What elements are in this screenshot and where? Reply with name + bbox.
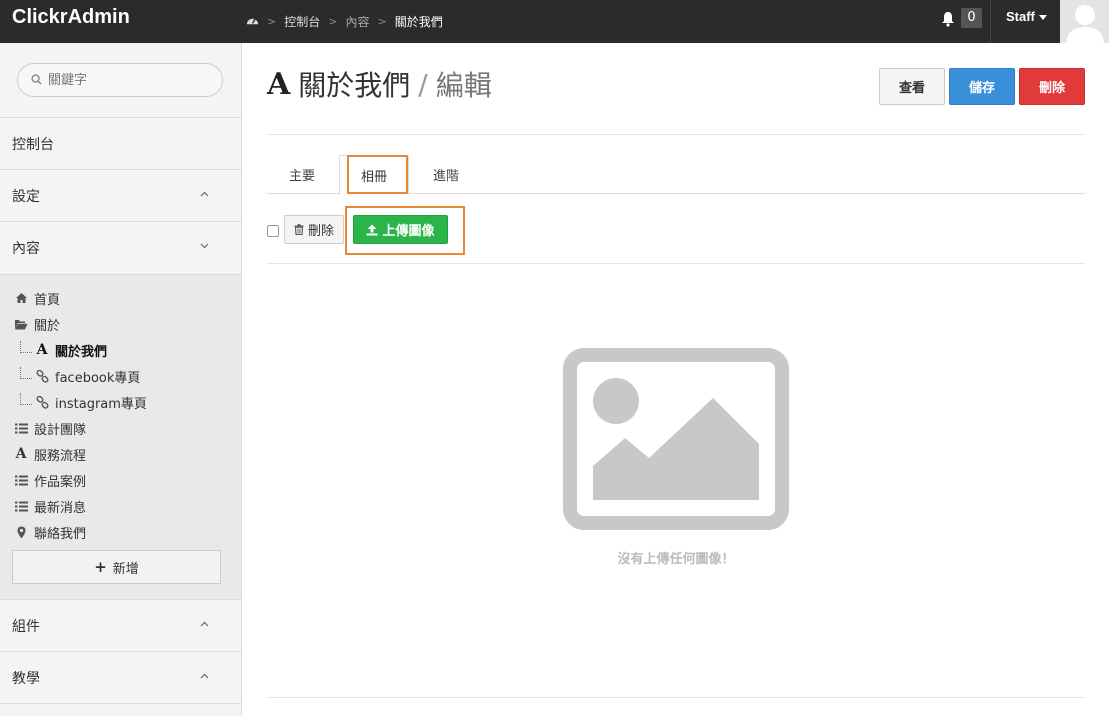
- chevron-right-icon: >: [377, 15, 387, 28]
- sidebar-item-instagram[interactable]: instagram專頁: [20, 389, 147, 415]
- sidebar-section-components[interactable]: 組件: [0, 599, 241, 651]
- remove-images-button[interactable]: 刪除: [284, 215, 344, 244]
- select-all-checkbox[interactable]: [267, 225, 279, 237]
- sidebar-section-label: 設定: [12, 188, 40, 205]
- sidebar-item-label: 首頁: [34, 292, 61, 308]
- chevron-right-icon: >: [328, 15, 338, 28]
- avatar[interactable]: [1060, 0, 1109, 43]
- highlight-box-upload-button: [345, 206, 465, 255]
- top-bar: ClickrAdmin > 控制台 > 內容 > 關於我們 0 Staff: [0, 0, 1109, 43]
- link-icon: [34, 395, 50, 409]
- breadcrumb: > 控制台 > 內容 > 關於我們: [246, 0, 443, 43]
- sidebar-item-home[interactable]: 首頁: [13, 285, 60, 311]
- sidebar-item-service-flow[interactable]: A 服務流程: [13, 441, 86, 467]
- page-title-text: 關於我們: [298, 69, 411, 102]
- sidebar-item-news[interactable]: 最新消息: [13, 493, 86, 519]
- sidebar-search[interactable]: [17, 63, 223, 97]
- sidebar-section-divider: [0, 703, 241, 716]
- user-menu[interactable]: Staff: [1006, 9, 1047, 24]
- image-placeholder-icon: [563, 348, 789, 530]
- breadcrumb-content[interactable]: 內容: [345, 13, 369, 30]
- map-marker-icon: [13, 525, 29, 539]
- chevron-right-icon: >: [267, 15, 277, 28]
- text-page-icon: A: [15, 446, 27, 462]
- user-silhouette-icon: [1066, 5, 1104, 43]
- sidebar: 控制台 設定 內容 首頁 關於 A 關於我們 facebook專頁: [0, 43, 242, 716]
- search-input[interactable]: [48, 71, 208, 89]
- highlight-box-album-tab: [347, 155, 408, 194]
- plus-icon: +: [94, 558, 107, 576]
- save-button[interactable]: 儲存: [949, 68, 1015, 105]
- sidebar-item-label: facebook專頁: [55, 370, 141, 386]
- trash-icon: [294, 224, 304, 235]
- dashboard-icon[interactable]: [246, 15, 259, 28]
- chevron-up-icon: [200, 673, 209, 679]
- sidebar-section-dashboard[interactable]: 控制台: [0, 117, 241, 169]
- bell-icon[interactable]: [940, 11, 956, 27]
- sidebar-section-label: 內容: [12, 240, 40, 257]
- sidebar-item-label: 關於我們: [55, 344, 108, 360]
- sidebar-section-label: 組件: [12, 618, 40, 635]
- sidebar-item-design-team[interactable]: 設計團隊: [13, 415, 86, 441]
- chevron-down-icon: [200, 243, 209, 249]
- add-page-label: 新增: [112, 561, 139, 577]
- list-icon: [13, 499, 29, 513]
- sidebar-item-label: 作品案例: [34, 474, 87, 490]
- sidebar-item-label: 最新消息: [34, 500, 87, 516]
- tab-advanced[interactable]: 進階: [412, 155, 480, 194]
- breadcrumb-current: 關於我們: [394, 15, 443, 29]
- text-page-icon: A: [267, 66, 291, 102]
- sidebar-section-label: 控制台: [12, 136, 54, 153]
- folder-open-icon: [13, 317, 29, 331]
- sidebar-section-tutorial[interactable]: 教學: [0, 651, 241, 703]
- search-icon: [31, 74, 42, 85]
- sidebar-item-contact[interactable]: 聯絡我們: [13, 519, 86, 545]
- page-title: A 關於我們 / 編輯: [267, 64, 492, 104]
- notification-count-badge[interactable]: 0: [961, 8, 982, 28]
- title-separator: /: [418, 67, 428, 101]
- sidebar-item-label: 關於: [34, 318, 61, 334]
- chevron-up-icon: [200, 191, 209, 197]
- content-subnav: 首頁 關於 A 關於我們 facebook專頁 instagram專頁 設計團隊…: [0, 274, 241, 599]
- sidebar-section-settings[interactable]: 設定: [0, 169, 241, 221]
- page-subtitle: 編輯: [435, 69, 492, 102]
- text-page-icon: A: [36, 342, 48, 358]
- view-button[interactable]: 查看: [879, 68, 945, 105]
- sidebar-section-label: 教學: [12, 670, 40, 687]
- sidebar-item-portfolio[interactable]: 作品案例: [13, 467, 86, 493]
- sidebar-item-about[interactable]: 關於: [13, 311, 60, 337]
- home-icon: [13, 291, 29, 305]
- add-page-button[interactable]: + 新增: [12, 550, 221, 584]
- sidebar-item-label: 聯絡我們: [34, 526, 87, 542]
- tab-main[interactable]: 主要: [267, 155, 337, 194]
- list-icon: [13, 473, 29, 487]
- sidebar-item-facebook[interactable]: facebook專頁: [20, 363, 140, 389]
- sidebar-item-label: 設計團隊: [34, 422, 87, 438]
- sidebar-item-label: 服務流程: [34, 448, 87, 464]
- divider: [990, 0, 991, 43]
- breadcrumb-dashboard[interactable]: 控制台: [284, 13, 320, 30]
- sidebar-item-label: instagram專頁: [55, 396, 147, 412]
- tree-connector: [20, 367, 32, 379]
- remove-images-label: 刪除: [307, 224, 334, 239]
- user-name: Staff: [1006, 9, 1035, 24]
- tree-connector: [20, 393, 32, 405]
- divider: [267, 134, 1085, 135]
- sidebar-item-about-us[interactable]: A 關於我們: [20, 337, 107, 363]
- chevron-up-icon: [200, 621, 209, 627]
- delete-button[interactable]: 刪除: [1019, 68, 1085, 105]
- empty-gallery-message: 沒有上傳任何圖像！: [617, 552, 735, 567]
- tree-connector: [20, 341, 32, 353]
- link-icon: [34, 369, 50, 383]
- brand-logo[interactable]: ClickrAdmin: [12, 6, 130, 29]
- list-icon: [13, 421, 29, 435]
- caret-down-icon: [1038, 15, 1047, 21]
- divider: [267, 697, 1085, 698]
- sidebar-section-content[interactable]: 內容: [0, 221, 241, 273]
